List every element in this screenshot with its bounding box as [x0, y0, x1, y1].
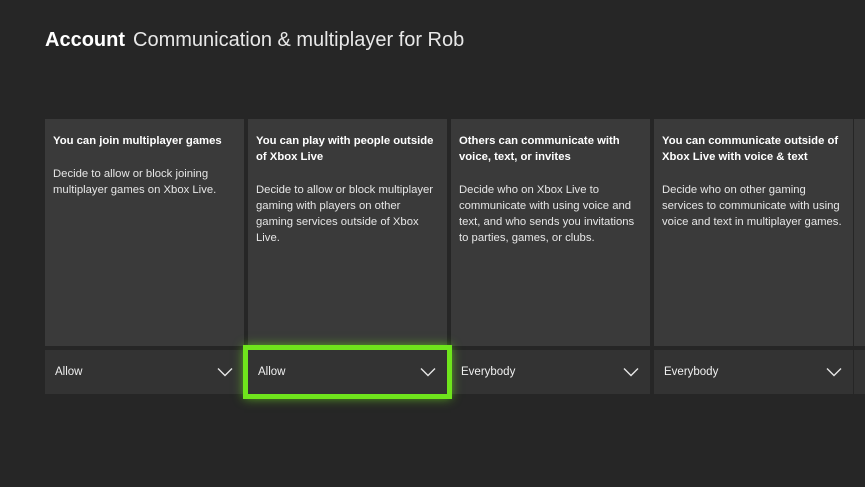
- card-info: Others can communicate with voice, text,…: [451, 119, 650, 346]
- card-description: Decide to allow or block joining multipl…: [53, 168, 217, 196]
- card-title: You can communicate outside of Xbox Live…: [662, 135, 839, 163]
- card-title: You can play with people outside of Xbox…: [256, 135, 434, 163]
- page-title: Communication & multiplayer for Rob: [133, 29, 465, 51]
- card-info: You can play with people outside of Xbox…: [248, 119, 447, 346]
- card-info: You can join multiplayer games Decide to…: [45, 119, 244, 346]
- card-join-multiplayer: You can join multiplayer games Decide to…: [45, 119, 244, 394]
- card-next-partial[interactable]: [854, 119, 865, 394]
- card-info: [854, 119, 865, 346]
- chevron-down-icon: [622, 366, 640, 378]
- card-description: Decide to allow or block multiplayer gam…: [256, 184, 434, 244]
- dropdown-value: Allow: [258, 366, 286, 378]
- settings-cards: You can join multiplayer games Decide to…: [45, 119, 865, 399]
- chevron-down-icon: [419, 366, 437, 378]
- join-multiplayer-dropdown[interactable]: Allow: [45, 350, 244, 394]
- page-header: Account Communication & multiplayer for …: [45, 29, 464, 52]
- communicate-outside-dropdown[interactable]: Everybody: [654, 350, 853, 394]
- chevron-down-icon: [825, 366, 843, 378]
- next-card-dropdown[interactable]: [854, 350, 865, 394]
- dropdown-value: Everybody: [461, 366, 516, 378]
- settings-page: Account Communication & multiplayer for …: [0, 0, 865, 487]
- card-description: Decide who on Xbox Live to communicate w…: [459, 184, 635, 244]
- play-outside-dropdown[interactable]: Allow: [243, 345, 452, 399]
- card-others-communicate: Others can communicate with voice, text,…: [451, 119, 650, 394]
- card-info: You can communicate outside of Xbox Live…: [654, 119, 853, 346]
- card-play-outside-xbox-live: You can play with people outside of Xbox…: [243, 119, 452, 399]
- card-title: Others can communicate with voice, text,…: [459, 135, 620, 163]
- card-description: Decide who on other gaming services to c…: [662, 184, 842, 228]
- dropdown-value: Allow: [55, 366, 83, 378]
- card-communicate-outside-xbox-live: You can communicate outside of Xbox Live…: [654, 119, 853, 394]
- section-title: Account: [45, 29, 125, 51]
- card-title: You can join multiplayer games: [53, 135, 222, 147]
- others-communicate-dropdown[interactable]: Everybody: [451, 350, 650, 394]
- chevron-down-icon: [216, 366, 234, 378]
- dropdown-value: Everybody: [664, 366, 719, 378]
